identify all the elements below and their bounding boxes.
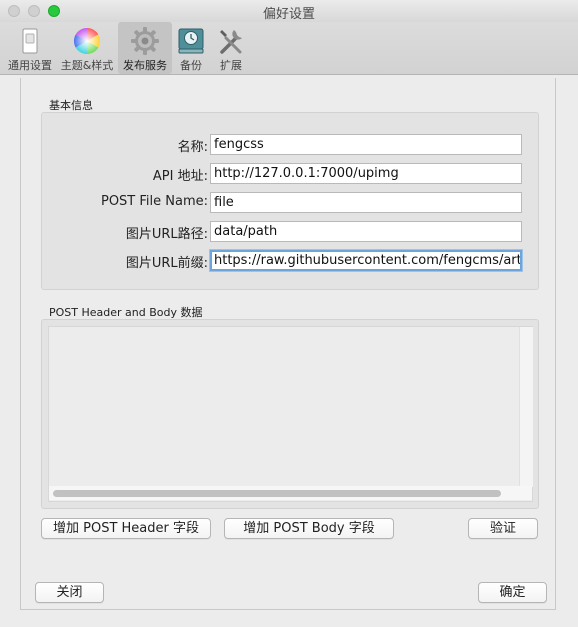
vertical-scrollbar[interactable]: [519, 327, 533, 487]
confirm-button[interactable]: 确定: [478, 582, 547, 603]
post-data-textarea[interactable]: [48, 326, 533, 502]
switch-icon: [15, 26, 45, 56]
api-address-field[interactable]: http://127.0.0.1:7000/upimg: [210, 163, 522, 184]
name-label: 名称:: [177, 140, 208, 155]
horizontal-scrollbar[interactable]: [49, 486, 532, 500]
add-post-header-button[interactable]: 增加 POST Header 字段: [41, 518, 211, 539]
tab-publish-service[interactable]: 发布服务: [118, 22, 172, 74]
gear-icon: [130, 26, 160, 56]
image-url-prefix-field[interactable]: https://raw.githubusercontent.com/fengcm…: [210, 250, 522, 271]
preferences-toolbar: 通用设置 主题&样式 发布服务 备份 扩展: [0, 22, 578, 75]
tab-label: 通用设置: [8, 59, 52, 72]
name-field[interactable]: fengcss: [210, 134, 522, 155]
api-address-label: API 地址:: [152, 169, 208, 184]
tab-label: 备份: [180, 59, 202, 72]
tab-label: 主题&样式: [60, 59, 114, 72]
close-button[interactable]: 关闭: [35, 582, 104, 603]
post-file-name-label: POST File Name:: [100, 194, 208, 209]
tab-general[interactable]: 通用设置: [4, 22, 56, 74]
post-file-name-field[interactable]: file: [210, 192, 522, 213]
tab-extensions[interactable]: 扩展: [212, 22, 250, 74]
time-machine-icon: [176, 26, 206, 56]
basic-info-group: 名称: fengcss API 地址: http://127.0.0.1:700…: [41, 112, 539, 290]
add-post-body-button[interactable]: 增加 POST Body 字段: [224, 518, 394, 539]
basic-info-title: 基本信息: [49, 99, 93, 112]
preferences-window: 偏好设置 通用设置 主题&样式 发布服务 备份 扩展 基本信息 名称: feng…: [0, 0, 578, 627]
tab-theme-style[interactable]: 主题&样式: [58, 22, 116, 74]
post-data-title: POST Header and Body 数据: [49, 306, 203, 319]
publish-service-panel: 基本信息 名称: fengcss API 地址: http://127.0.0.…: [20, 78, 556, 610]
image-url-prefix-label: 图片URL前缀:: [125, 256, 208, 271]
tools-icon: [216, 26, 246, 56]
image-url-path-label: 图片URL路径:: [125, 227, 208, 242]
title-bar: 偏好设置: [0, 0, 578, 22]
tab-label: 发布服务: [123, 59, 167, 72]
verify-button[interactable]: 验证: [468, 518, 538, 539]
window-title: 偏好设置: [262, 7, 315, 22]
tab-label: 扩展: [220, 59, 242, 72]
tab-backup[interactable]: 备份: [174, 22, 208, 74]
image-url-path-field[interactable]: data/path: [210, 221, 522, 242]
post-data-group: [41, 319, 539, 509]
horizontal-scrollbar-thumb[interactable]: [53, 490, 501, 497]
color-wheel-icon: [72, 26, 102, 56]
